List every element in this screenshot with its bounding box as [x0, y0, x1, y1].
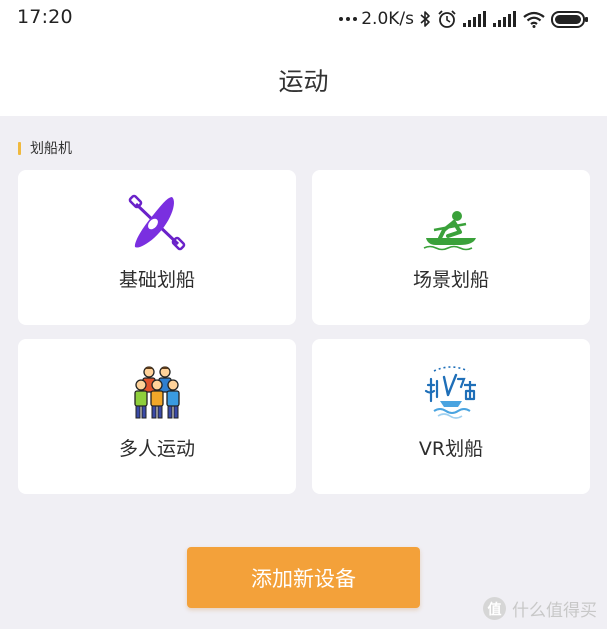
group-people-icon — [126, 361, 188, 423]
status-time: 17:20 — [17, 6, 73, 28]
card-multiplayer[interactable]: 多人运动 — [18, 339, 296, 494]
card-label: 多人运动 — [118, 438, 195, 460]
add-device-button[interactable]: 添加新设备 — [187, 547, 420, 608]
card-scene-rowing[interactable]: 场景划船 — [312, 170, 590, 325]
alarm-clock-icon — [437, 9, 457, 29]
card-vr-rowing[interactable]: VR划船 — [312, 339, 590, 494]
signal-strength-icon — [463, 11, 487, 27]
card-basic-rowing[interactable]: 基础划船 — [18, 170, 296, 325]
card-label: VR划船 — [418, 438, 484, 460]
section-header: 划船机 — [18, 138, 72, 158]
watermark-logo: 值 — [483, 597, 506, 620]
bluetooth-icon — [420, 10, 431, 28]
page-title: 运动 — [278, 67, 329, 96]
network-speed-value: 2.0K/s — [361, 9, 414, 29]
vr-boat-icon — [420, 361, 482, 423]
card-label: 基础划船 — [118, 269, 195, 291]
more-dots-icon — [339, 17, 358, 21]
battery-icon — [551, 10, 589, 28]
signal-strength-icon-2 — [493, 11, 517, 27]
network-speed: 2.0K/s — [339, 9, 414, 29]
watermark-text: 什么值得买 — [512, 601, 597, 621]
rower-icon — [420, 192, 482, 254]
status-icons: 2.0K/s — [339, 7, 589, 31]
section-accent-bar — [18, 141, 21, 155]
kayak-icon — [126, 192, 188, 254]
top-bar: 17:20 2.0K/s 运动 — [0, 0, 607, 116]
watermark: 值 什么值得买 — [483, 596, 597, 621]
wifi-icon — [523, 11, 545, 28]
card-label: 场景划船 — [412, 269, 489, 291]
section-title: 划船机 — [30, 141, 72, 157]
